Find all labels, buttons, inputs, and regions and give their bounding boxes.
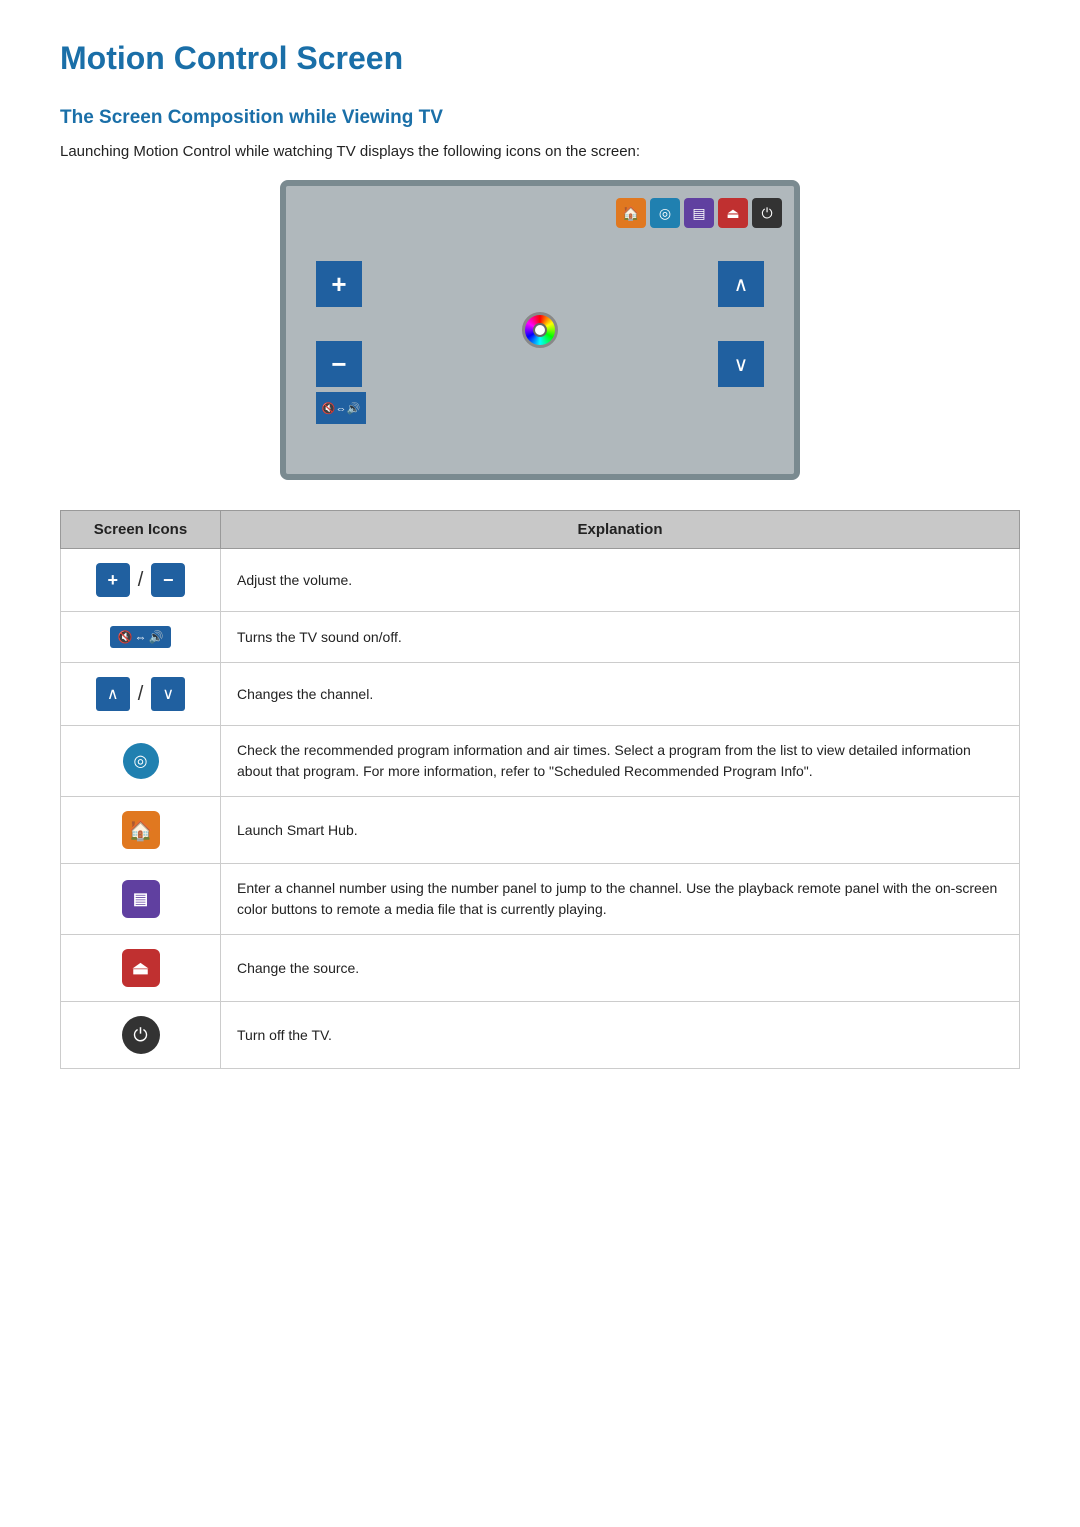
table-row: ⏻ Turn off the TV. bbox=[61, 1002, 1020, 1069]
page-title: Motion Control Screen bbox=[60, 40, 1020, 77]
smart-hub-icon: 🏠 bbox=[122, 811, 160, 849]
volume-minus-tv-icon: − bbox=[316, 341, 362, 387]
number-panel-icon: ▤ bbox=[122, 880, 160, 918]
explanation-cell-channel: Changes the channel. bbox=[221, 663, 1020, 726]
mute-tv-icon: 🔇⇔🔊 bbox=[316, 392, 366, 424]
power-icon: ⏻ bbox=[122, 1016, 160, 1054]
recommended-tv-icon: ◎ bbox=[650, 198, 680, 228]
table-row: ▤ Enter a channel number using the numbe… bbox=[61, 864, 1020, 935]
vol-plus-icon: + bbox=[96, 563, 130, 597]
volume-plus-tv-icon: + bbox=[316, 261, 362, 307]
channel-down-tv-icon: ∨ bbox=[718, 341, 764, 387]
explanation-cell-source: Change the source. bbox=[221, 935, 1020, 1002]
section-title: The Screen Composition while Viewing TV bbox=[60, 107, 1020, 129]
volume-icons: + / − bbox=[96, 563, 186, 597]
tv-top-icons: 🏠 ◎ ▤ ⏏ ⏻ bbox=[616, 198, 782, 228]
explanation-cell-volume: Adjust the volume. bbox=[221, 549, 1020, 612]
channel-up-tv-icon: ∧ bbox=[718, 261, 764, 307]
table-row: ⏏ Change the source. bbox=[61, 935, 1020, 1002]
smart-hub-tv-icon: 🏠 bbox=[616, 198, 646, 228]
icon-cell-power: ⏻ bbox=[61, 1002, 221, 1069]
explanation-cell-numberpanel: Enter a channel number using the number … bbox=[221, 864, 1020, 935]
recommended-icon: ◎ bbox=[123, 743, 159, 779]
table-header-explanation: Explanation bbox=[221, 511, 1020, 549]
intro-text: Launching Motion Control while watching … bbox=[60, 143, 1020, 160]
slash-sep: / bbox=[138, 683, 144, 706]
mute-sound-icon: 🔊 bbox=[149, 630, 164, 644]
tv-screen-illustration: 🏠 ◎ ▤ ⏏ ⏻ + − 🔇⇔🔊 ∧ ∨ bbox=[60, 180, 1020, 480]
channel-up-icon: ∧ bbox=[96, 677, 130, 711]
mute-arrow-icon: 🔇 bbox=[118, 630, 133, 644]
tv-screen: 🏠 ◎ ▤ ⏏ ⏻ + − 🔇⇔🔊 ∧ ∨ bbox=[280, 180, 800, 480]
table-header-icons: Screen Icons bbox=[61, 511, 221, 549]
icons-table: Screen Icons Explanation + / − Adjust th… bbox=[60, 510, 1020, 1069]
source-icon: ⏏ bbox=[122, 949, 160, 987]
power-tv-icon: ⏻ bbox=[752, 198, 782, 228]
icon-cell-source: ⏏ bbox=[61, 935, 221, 1002]
table-row: ◎ Check the recommended program informat… bbox=[61, 726, 1020, 797]
table-row: + / − Adjust the volume. bbox=[61, 549, 1020, 612]
explanation-cell-recommended: Check the recommended program informatio… bbox=[221, 726, 1020, 797]
explanation-cell-smarthub: Launch Smart Hub. bbox=[221, 797, 1020, 864]
channel-down-icon: ∨ bbox=[151, 677, 185, 711]
icon-cell-volume: + / − bbox=[61, 549, 221, 612]
table-row: ∧ / ∨ Changes the channel. bbox=[61, 663, 1020, 726]
mute-icon: 🔇 ⇔ 🔊 bbox=[110, 626, 172, 648]
source-tv-icon: ⏏ bbox=[718, 198, 748, 228]
icon-cell-numberpanel: ▤ bbox=[61, 864, 221, 935]
icon-cell-mute: 🔇 ⇔ 🔊 bbox=[61, 612, 221, 663]
cursor-center bbox=[533, 323, 547, 337]
channel-icons: ∧ / ∨ bbox=[96, 677, 186, 711]
table-row: 🏠 Launch Smart Hub. bbox=[61, 797, 1020, 864]
icon-cell-recommended: ◎ bbox=[61, 726, 221, 797]
mute-swap-icon: ⇔ bbox=[135, 630, 147, 644]
explanation-cell-mute: Turns the TV sound on/off. bbox=[221, 612, 1020, 663]
icon-cell-channel: ∧ / ∨ bbox=[61, 663, 221, 726]
slash-sep: / bbox=[138, 569, 144, 592]
motion-cursor bbox=[522, 312, 558, 348]
number-panel-tv-icon: ▤ bbox=[684, 198, 714, 228]
table-row: 🔇 ⇔ 🔊 Turns the TV sound on/off. bbox=[61, 612, 1020, 663]
vol-minus-icon: − bbox=[151, 563, 185, 597]
explanation-cell-power: Turn off the TV. bbox=[221, 1002, 1020, 1069]
icon-cell-smarthub: 🏠 bbox=[61, 797, 221, 864]
